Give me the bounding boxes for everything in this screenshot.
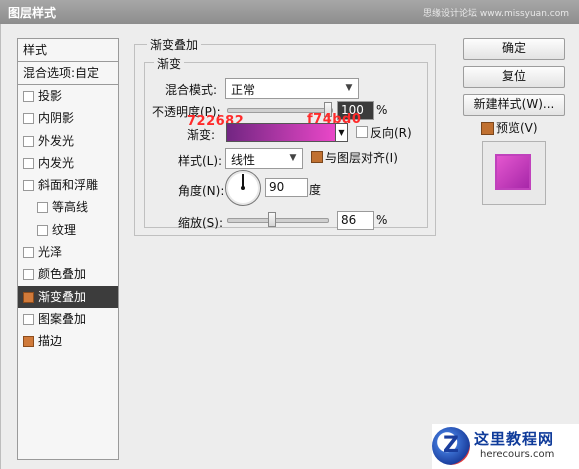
- style-item[interactable]: 斜面和浮雕: [18, 174, 118, 196]
- style-item-label: 颜色叠加: [38, 267, 87, 282]
- gradient-style-value: 线性: [231, 153, 256, 167]
- preview-checkbox[interactable]: [481, 122, 494, 135]
- gradient-label: 渐变:: [187, 128, 216, 142]
- style-label: 样式(L):: [178, 154, 223, 168]
- style-item-checkbox[interactable]: [23, 269, 34, 281]
- style-item-checkbox[interactable]: [23, 91, 34, 102]
- logo-en-text: herecours.com: [480, 449, 555, 460]
- style-item-checkbox[interactable]: [23, 336, 34, 348]
- styles-header[interactable]: 样式: [18, 39, 118, 62]
- style-item-checkbox[interactable]: [23, 113, 34, 125]
- gradient-picker[interactable]: [226, 123, 348, 142]
- style-item-checkbox[interactable]: [23, 180, 34, 192]
- style-item[interactable]: 纹理: [18, 219, 118, 241]
- style-item[interactable]: 投影: [18, 85, 118, 107]
- style-item[interactable]: 颜色叠加: [18, 263, 118, 285]
- style-item[interactable]: 描边: [18, 330, 118, 352]
- ok-button[interactable]: 确定: [463, 38, 565, 60]
- gradient-subgroup-title: 渐变: [154, 55, 185, 72]
- blend-mode-value: 正常: [231, 83, 256, 97]
- style-item[interactable]: 光泽: [18, 241, 118, 263]
- gradient-dropdown-icon[interactable]: ▼: [335, 123, 348, 142]
- gradient-overlay-title: 渐变叠加: [147, 36, 202, 53]
- new-style-button[interactable]: 新建样式(W)...: [463, 94, 565, 116]
- reset-button[interactable]: 复位: [463, 66, 565, 88]
- style-item-checkbox[interactable]: [23, 313, 34, 325]
- style-item[interactable]: 渐变叠加: [18, 285, 118, 308]
- style-item-label: 投影: [38, 89, 63, 103]
- style-item-label: 内发光: [38, 155, 75, 170]
- angle-center-dot: [241, 186, 245, 190]
- style-item-label: 描边: [38, 334, 63, 349]
- style-item[interactable]: 内阴影: [18, 107, 118, 129]
- style-item-checkbox[interactable]: [37, 202, 48, 214]
- reverse-checkbox[interactable]: [356, 126, 368, 138]
- preview-swatch: [495, 154, 531, 190]
- scale-label: 缩放(S):: [178, 216, 224, 230]
- scale-slider-thumb[interactable]: [268, 212, 277, 227]
- blending-options-item[interactable]: 混合选项:自定: [18, 62, 118, 85]
- style-item-checkbox[interactable]: [23, 135, 34, 147]
- style-item[interactable]: 图案叠加: [18, 308, 118, 330]
- blend-mode-select[interactable]: 正常 ▼: [225, 78, 359, 99]
- style-item[interactable]: 等高线: [18, 196, 118, 218]
- angle-input[interactable]: 90: [265, 178, 308, 197]
- style-item-label: 图案叠加: [38, 311, 87, 326]
- style-item-label: 外发光: [38, 133, 75, 148]
- window-title: 图层样式: [8, 6, 57, 20]
- title-bar: 图层样式 思缘设计论坛 www.missyuan.com: [0, 0, 579, 25]
- layer-style-dialog: 样式 混合选项:自定 投影 内阴影 外发光 内发光 斜面和浮雕 等高线 纹理 光泽 颜色叠加 渐变…: [0, 24, 579, 469]
- style-item-checkbox[interactable]: [23, 247, 34, 259]
- style-item-label: 等高线: [52, 200, 89, 215]
- site-logo: Z 这里教程网 herecours.com: [432, 424, 579, 469]
- style-item-checkbox[interactable]: [23, 291, 34, 303]
- opacity-unit: %: [376, 103, 388, 117]
- style-item-label: 纹理: [52, 222, 77, 237]
- blend-mode-label: 混合模式:: [165, 83, 218, 97]
- style-item-label: 光泽: [38, 245, 63, 260]
- angle-unit: 度: [309, 183, 322, 197]
- watermark-text: 思缘设计论坛 www.missyuan.com: [423, 9, 569, 19]
- style-item-label: 渐变叠加: [38, 289, 87, 304]
- style-item[interactable]: 内发光: [18, 152, 118, 174]
- align-with-layer-label: 与图层对齐(I): [325, 151, 398, 165]
- style-item-label: 斜面和浮雕: [38, 178, 99, 193]
- gradient-style-select[interactable]: 线性 ▼: [225, 148, 303, 169]
- angle-dial[interactable]: [225, 170, 261, 206]
- scale-input[interactable]: 86: [337, 211, 374, 230]
- style-item-checkbox[interactable]: [37, 224, 48, 236]
- logo-z-icon: Z: [432, 427, 470, 465]
- align-with-layer-checkbox[interactable]: [311, 151, 323, 163]
- style-item[interactable]: 外发光: [18, 130, 118, 152]
- styles-list: 样式 混合选项:自定 投影内阴影外发光内发光斜面和浮雕等高线纹理光泽颜色叠加渐变…: [17, 38, 119, 460]
- chevron-down-icon: ▼: [345, 83, 353, 93]
- reverse-label: 反向(R): [370, 126, 412, 140]
- scale-unit: %: [376, 213, 388, 227]
- style-item-checkbox[interactable]: [23, 157, 34, 169]
- preview-label: 预览(V): [496, 121, 538, 135]
- scale-slider[interactable]: [227, 218, 329, 223]
- logo-cn-text: 这里教程网: [474, 430, 555, 448]
- chevron-down-icon: ▼: [289, 153, 297, 163]
- style-preview: [482, 141, 546, 205]
- style-item-label: 内阴影: [38, 111, 75, 126]
- angle-label: 角度(N):: [178, 184, 225, 198]
